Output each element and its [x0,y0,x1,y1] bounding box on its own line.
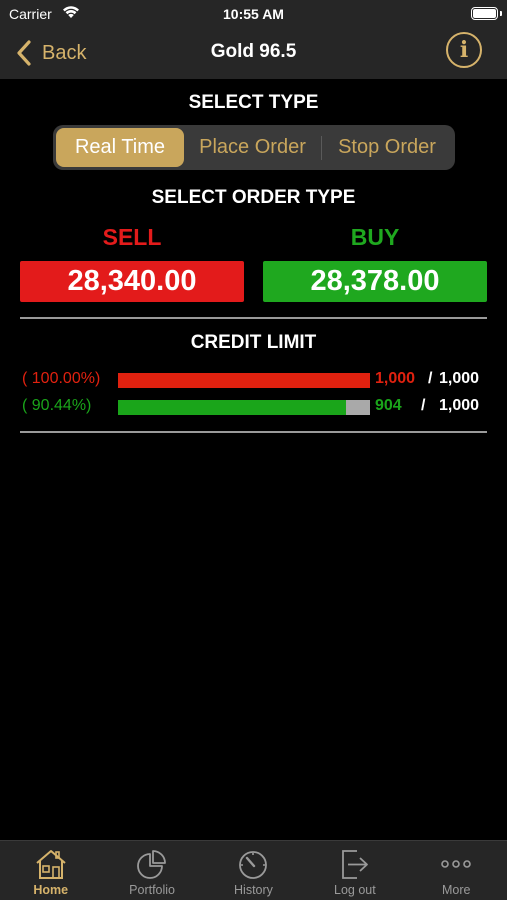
select-type-heading: SELECT TYPE [188,92,319,113]
credit-used: 1,000 [375,370,416,387]
tab-bar: Home Portfolio History Log out More [0,840,507,900]
credit-percent: ( 100.00%) [22,370,101,387]
battery-icon [471,7,502,20]
tab-label: More [442,883,471,897]
credit-percent: ( 90.44%) [22,397,92,414]
buy-price-button[interactable]: 28,378.00 [263,261,487,302]
credit-total: 1,000 [439,370,480,387]
tab-history[interactable]: History [203,841,304,900]
order-type-segmented-control: Real Time Place Order Stop Order [53,125,455,170]
tab-more[interactable]: More [406,841,507,900]
status-time: 10:55 AM [223,6,284,22]
sell-label: SELL [102,224,162,250]
credit-limit-heading: CREDIT LIMIT [190,332,317,353]
select-order-type-heading: SELECT ORDER TYPE [151,187,356,208]
sell-price-button[interactable]: 28,340.00 [20,261,244,302]
info-icon: i [459,37,469,63]
segment-real-time[interactable]: Real Time [56,128,184,167]
credit-row-buy: ( 90.44%) 904 / 1,000 [22,397,487,417]
credit-row-sell: ( 100.00%) 1,000 / 1,000 [22,370,487,390]
gauge-icon [239,851,268,879]
divider [20,317,487,319]
chevron-left-icon [17,40,31,66]
buy-label: BUY [350,224,400,250]
info-button[interactable]: i [446,32,482,68]
back-label: Back [42,41,87,64]
tab-log-out[interactable]: Log out [304,841,405,900]
credit-used: 904 [375,397,402,414]
tab-label: Portfolio [129,883,176,897]
tab-portfolio[interactable]: Portfolio [101,841,202,900]
credit-progress-bar [118,373,370,388]
credit-progress-fill [118,400,346,415]
navigation-bar: Back Gold 96.5 i [0,28,507,79]
buy-price: 28,378.00 [310,265,440,297]
tab-label: Home [33,883,69,897]
status-bar: Carrier 10:55 AM [0,0,507,28]
tab-label: Log out [334,883,376,897]
more-icon [441,860,472,868]
logout-icon [341,850,368,879]
home-icon [36,850,66,879]
credit-progress-bar [118,400,370,415]
pie-chart-icon [137,850,166,879]
segment-stop-order[interactable]: Stop Order [322,128,452,167]
tab-label: History [234,883,273,897]
segment-place-order[interactable]: Place Order [184,128,321,167]
sell-price: 28,340.00 [67,265,197,297]
credit-slash: / [428,370,433,387]
tab-home[interactable]: Home [0,841,101,900]
back-button[interactable]: Back [14,38,86,68]
credit-slash: / [421,397,426,414]
divider [20,431,487,433]
credit-progress-fill [118,373,370,388]
credit-total: 1,000 [439,397,480,414]
